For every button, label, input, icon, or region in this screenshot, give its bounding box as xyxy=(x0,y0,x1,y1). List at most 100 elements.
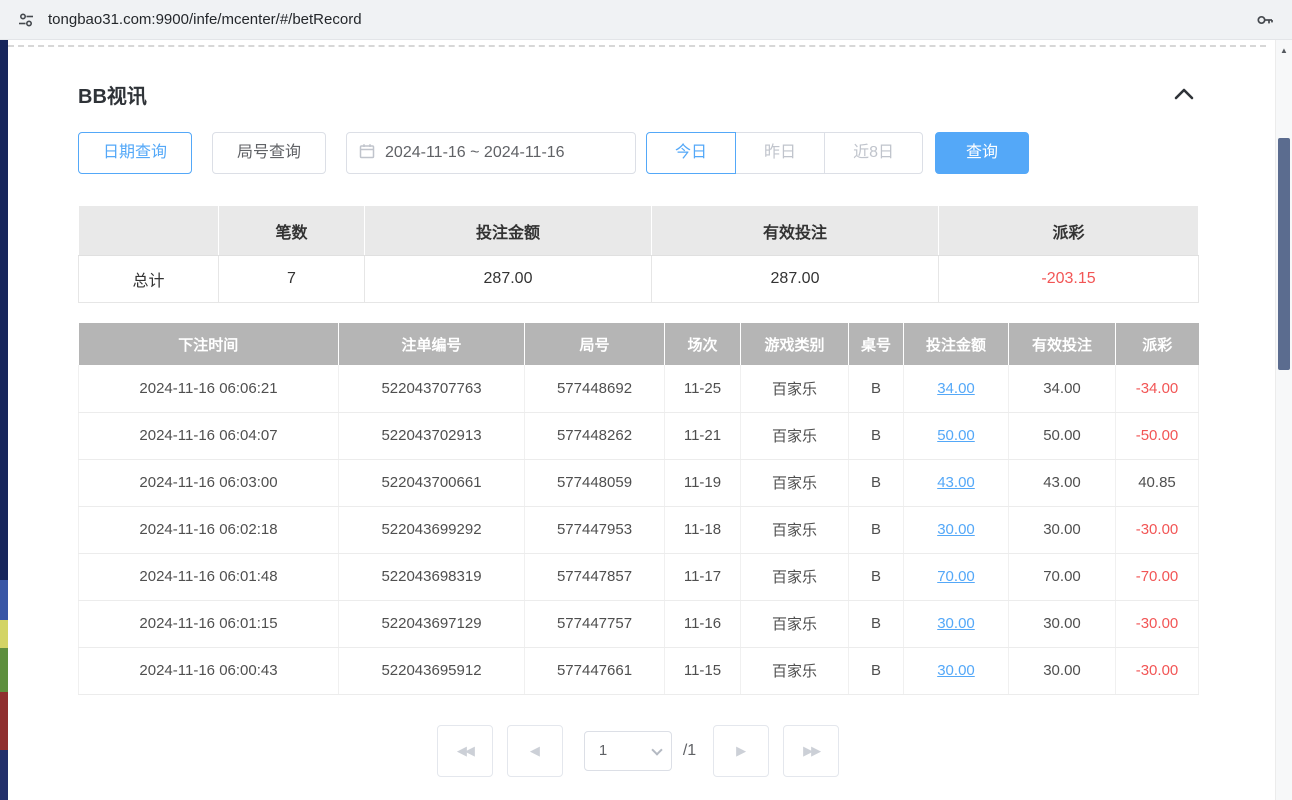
table-row: 2024-11-16 06:01:48 522043698319 5774478… xyxy=(79,553,1199,600)
cell-table-no: B xyxy=(849,647,904,694)
cell-round-no: 577447953 xyxy=(525,506,665,553)
cell-round-no: 577447661 xyxy=(525,647,665,694)
bet-amount-link[interactable]: 30.00 xyxy=(937,521,975,538)
cell-session: 11-19 xyxy=(665,459,741,506)
cell-bet-amount: 30.00 xyxy=(904,647,1009,694)
summary-bet-amount: 287.00 xyxy=(365,256,652,303)
last-8-days-button[interactable]: 近8日 xyxy=(824,132,923,174)
summary-header-blank xyxy=(79,206,219,256)
col-header-order-no: 注单编号 xyxy=(339,323,525,365)
cell-table-no: B xyxy=(849,412,904,459)
col-header-round-no: 局号 xyxy=(525,323,665,365)
pagination: ◀◀ ◀ 1 /1 ▶ ▶▶ xyxy=(78,725,1198,777)
cell-bet-amount: 30.00 xyxy=(904,600,1009,647)
cell-valid-bet: 30.00 xyxy=(1009,506,1116,553)
table-row: 2024-11-16 06:01:15 522043697129 5774477… xyxy=(79,600,1199,647)
bet-amount-link[interactable]: 43.00 xyxy=(937,474,975,491)
summary-valid-bet: 287.00 xyxy=(652,256,939,303)
cell-session: 11-17 xyxy=(665,553,741,600)
cell-valid-bet: 70.00 xyxy=(1009,553,1116,600)
round-query-button[interactable]: 局号查询 xyxy=(212,132,326,174)
cell-payout: -30.00 xyxy=(1116,506,1199,553)
page-total-label: /1 xyxy=(683,742,696,760)
background-fragment xyxy=(0,648,8,692)
summary-total-label: 总计 xyxy=(79,256,219,303)
cell-payout: -30.00 xyxy=(1116,600,1199,647)
scrollbar-thumb[interactable] xyxy=(1278,138,1290,370)
cell-game-type: 百家乐 xyxy=(741,553,849,600)
page-select[interactable]: 1 xyxy=(584,731,672,771)
cell-round-no: 577448262 xyxy=(525,412,665,459)
page-select-wrap: 1 xyxy=(584,731,672,771)
cell-bet-amount: 30.00 xyxy=(904,506,1009,553)
cell-table-no: B xyxy=(849,600,904,647)
scrollbar-up-arrow-icon[interactable]: ▲ xyxy=(1276,46,1292,55)
summary-header-payout: 派彩 xyxy=(939,206,1199,256)
yesterday-button[interactable]: 昨日 xyxy=(735,132,825,174)
summary-total-row: 总计 7 287.00 287.00 -203.15 xyxy=(79,256,1199,303)
cell-game-type: 百家乐 xyxy=(741,647,849,694)
bet-amount-link[interactable]: 50.00 xyxy=(937,427,975,444)
cell-game-type: 百家乐 xyxy=(741,600,849,647)
cell-round-no: 577447857 xyxy=(525,553,665,600)
panel-header: BB视讯 xyxy=(78,79,1198,109)
bet-amount-link[interactable]: 30.00 xyxy=(937,615,975,632)
cell-game-type: 百家乐 xyxy=(741,459,849,506)
cell-game-type: 百家乐 xyxy=(741,365,849,412)
background-fragment xyxy=(0,580,8,620)
col-header-payout: 派彩 xyxy=(1116,323,1199,365)
cell-payout: -70.00 xyxy=(1116,553,1199,600)
cell-time: 2024-11-16 06:00:43 xyxy=(79,647,339,694)
next-page-button[interactable]: ▶ xyxy=(713,725,769,777)
table-row: 2024-11-16 06:06:21 522043707763 5774486… xyxy=(79,365,1199,412)
first-page-button[interactable]: ◀◀ xyxy=(437,725,493,777)
cell-session: 11-25 xyxy=(665,365,741,412)
cell-bet-amount: 34.00 xyxy=(904,365,1009,412)
cell-game-type: 百家乐 xyxy=(741,506,849,553)
panel-title: BB视讯 xyxy=(78,80,147,109)
page-background-edge xyxy=(0,40,8,800)
summary-payout: -203.15 xyxy=(939,256,1199,303)
cell-valid-bet: 30.00 xyxy=(1009,600,1116,647)
last-page-button[interactable]: ▶▶ xyxy=(783,725,839,777)
cell-bet-amount: 43.00 xyxy=(904,459,1009,506)
bet-amount-link[interactable]: 34.00 xyxy=(937,380,975,397)
table-row: 2024-11-16 06:00:43 522043695912 5774476… xyxy=(79,647,1199,694)
today-button[interactable]: 今日 xyxy=(646,132,736,174)
collapse-chevron-up-icon[interactable] xyxy=(1170,84,1198,104)
date-query-button[interactable]: 日期查询 xyxy=(78,132,192,174)
cell-session: 11-21 xyxy=(665,412,741,459)
cell-bet-amount: 70.00 xyxy=(904,553,1009,600)
scrollbar-track[interactable]: ▲ xyxy=(1275,40,1292,800)
col-header-table-no: 桌号 xyxy=(849,323,904,365)
table-row: 2024-11-16 06:02:18 522043699292 5774479… xyxy=(79,506,1199,553)
background-fragment xyxy=(0,692,8,750)
cell-payout: -50.00 xyxy=(1116,412,1199,459)
cell-payout: -34.00 xyxy=(1116,365,1199,412)
background-fragment xyxy=(0,620,8,648)
col-header-game-type: 游戏类别 xyxy=(741,323,849,365)
date-range-picker[interactable]: 2024-11-16 ~ 2024-11-16 xyxy=(346,132,636,174)
cell-order-no: 522043695912 xyxy=(339,647,525,694)
bet-amount-link[interactable]: 70.00 xyxy=(937,568,975,585)
summary-header-count: 笔数 xyxy=(219,206,365,256)
bet-amount-link[interactable]: 30.00 xyxy=(937,662,975,679)
search-button[interactable]: 查询 xyxy=(935,132,1029,174)
summary-header-bet-amount: 投注金额 xyxy=(365,206,652,256)
cell-valid-bet: 30.00 xyxy=(1009,647,1116,694)
bet-records-table: 下注时间 注单编号 局号 场次 游戏类别 桌号 投注金额 有效投注 派彩 202… xyxy=(78,323,1199,695)
cell-order-no: 522043702913 xyxy=(339,412,525,459)
cell-valid-bet: 50.00 xyxy=(1009,412,1116,459)
cell-time: 2024-11-16 06:01:15 xyxy=(79,600,339,647)
key-icon[interactable] xyxy=(1252,7,1278,33)
cell-time: 2024-11-16 06:03:00 xyxy=(79,459,339,506)
cell-table-no: B xyxy=(849,459,904,506)
prev-page-button[interactable]: ◀ xyxy=(507,725,563,777)
cell-time: 2024-11-16 06:04:07 xyxy=(79,412,339,459)
cell-time: 2024-11-16 06:02:18 xyxy=(79,506,339,553)
calendar-icon xyxy=(359,143,375,164)
url-text[interactable]: tongbao31.com:9900/infe/mcenter/#/betRec… xyxy=(48,11,1242,28)
cell-valid-bet: 34.00 xyxy=(1009,365,1116,412)
col-header-time: 下注时间 xyxy=(79,323,339,365)
settings-sliders-icon[interactable] xyxy=(14,8,38,32)
